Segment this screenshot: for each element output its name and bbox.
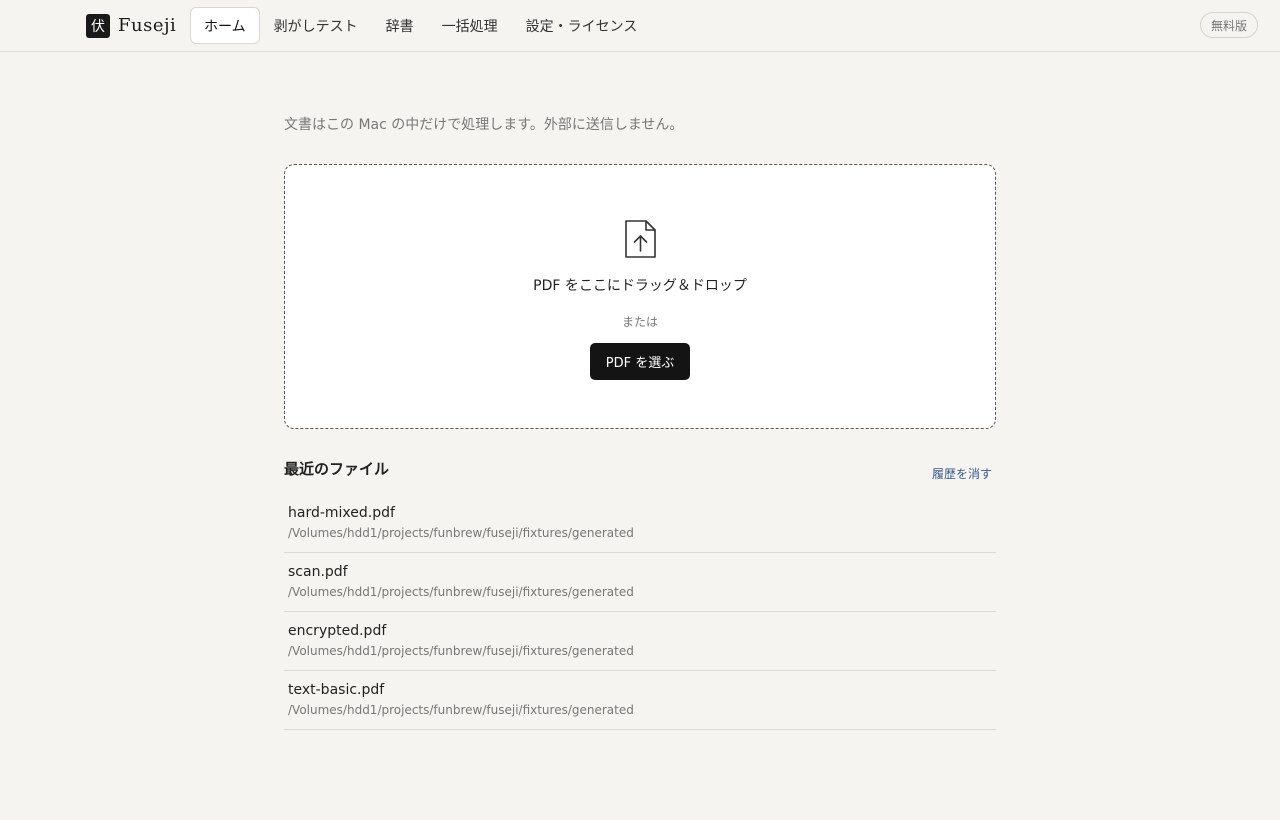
recent-file-list: hard-mixed.pdf /Volumes/hdd1/projects/fu…	[284, 494, 996, 730]
main-nav: ホーム 剥がしテスト 辞書 一括処理 設定・ライセンス	[190, 7, 651, 44]
file-upload-icon	[625, 220, 656, 258]
file-path: /Volumes/hdd1/projects/funbrew/fuseji/fi…	[288, 644, 634, 658]
dropzone-title: PDF をここにドラッグ＆ドロップ	[533, 278, 747, 294]
dropzone-or-text: または	[621, 315, 658, 329]
file-path: /Volumes/hdd1/projects/funbrew/fuseji/fi…	[288, 703, 634, 717]
file-name: hard-mixed.pdf	[288, 505, 395, 521]
file-path: /Volumes/hdd1/projects/funbrew/fuseji/fi…	[288, 526, 634, 540]
file-name: text-basic.pdf	[288, 682, 385, 698]
clear-history-link[interactable]: 履歴を消す	[932, 465, 992, 482]
nav-tab-batch[interactable]: 一括処理	[428, 7, 512, 44]
file-path: /Volumes/hdd1/projects/funbrew/fuseji/fi…	[288, 585, 634, 599]
nav-tab-home[interactable]: ホーム	[190, 7, 260, 44]
pdf-dropzone[interactable]: PDF をここにドラッグ＆ドロップ または PDF を選ぶ	[284, 164, 996, 429]
nav-tab-settings-license[interactable]: 設定・ライセンス	[512, 7, 652, 44]
choose-pdf-button[interactable]: PDF を選ぶ	[590, 343, 690, 380]
file-name: encrypted.pdf	[288, 623, 387, 639]
file-name: scan.pdf	[288, 564, 348, 580]
recent-file-row[interactable]: text-basic.pdf /Volumes/hdd1/projects/fu…	[284, 671, 996, 730]
recent-file-row[interactable]: scan.pdf /Volumes/hdd1/projects/funbrew/…	[284, 553, 996, 612]
privacy-notice: 文書はこの Mac の中だけで処理します。外部に送信しません。	[284, 117, 684, 133]
top-bar: 伏 Fuseji ホーム 剥がしテスト 辞書 一括処理 設定・ライセンス 無料版	[0, 0, 1280, 52]
nav-tab-dictionary[interactable]: 辞書	[372, 7, 428, 44]
nav-tab-peel-test[interactable]: 剥がしテスト	[260, 7, 372, 44]
recent-file-row[interactable]: hard-mixed.pdf /Volumes/hdd1/projects/fu…	[284, 494, 996, 553]
brand-logo: 伏	[86, 13, 110, 38]
recent-file-row[interactable]: encrypted.pdf /Volumes/hdd1/projects/fun…	[284, 612, 996, 671]
recent-files-title: 最近のファイル	[284, 460, 390, 478]
brand[interactable]: 伏 Fuseji	[86, 13, 176, 38]
plan-badge: 無料版	[1199, 12, 1258, 38]
brand-name: Fuseji	[118, 15, 177, 36]
